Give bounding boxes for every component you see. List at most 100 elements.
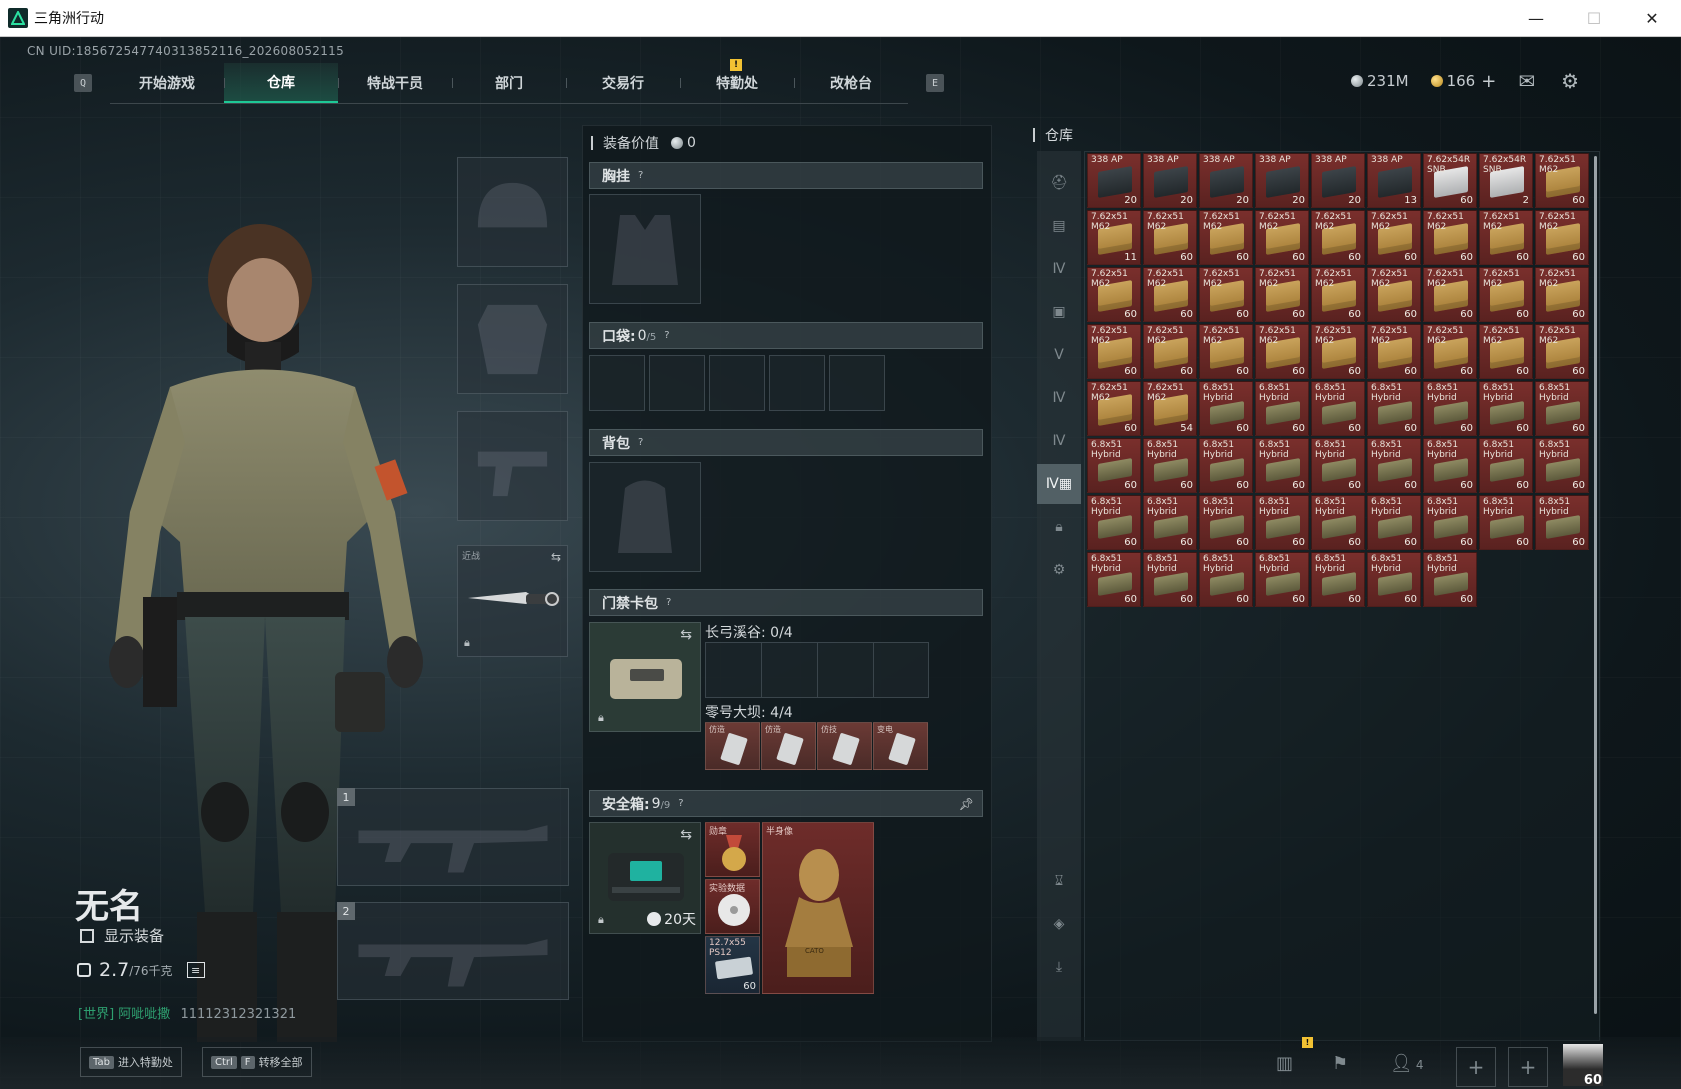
level5-icon[interactable]: Ⅴ <box>1037 335 1081 375</box>
mail-icon[interactable]: ✉ <box>1518 69 1535 93</box>
enter-special-ops-hint[interactable]: Tab 进入特勤处 <box>80 1047 182 1077</box>
warehouse-item[interactable]: 7.62x51 M62 60 <box>1423 324 1477 379</box>
invite-slot[interactable]: + <box>1456 1047 1496 1087</box>
helmet-slot[interactable] <box>457 157 568 267</box>
sort-icon[interactable]: ⌛︎ <box>1037 861 1081 901</box>
warehouse-item[interactable]: 6.8x51 Hybrid 60 <box>1535 438 1589 493</box>
transfer-icon[interactable]: ⤓ <box>1037 947 1081 987</box>
gear-icon[interactable]: ⚙ <box>1561 69 1579 93</box>
warehouse-item[interactable]: 7.62x51 M62 60 <box>1087 267 1141 322</box>
avatar[interactable]: 60 <box>1563 1044 1603 1088</box>
help-icon[interactable]: ? <box>666 597 671 608</box>
tab-warehouse[interactable]: 仓库 <box>224 62 338 103</box>
primary-weapon-slot[interactable]: 1 <box>337 788 569 886</box>
flag-icon[interactable]: ⚑ <box>1332 1053 1348 1074</box>
warehouse-item[interactable]: 7.62x51 M62 60 <box>1087 324 1141 379</box>
keycard-item[interactable]: 仿技 <box>817 722 872 770</box>
warehouse-item[interactable]: 7.62x51 M62 60 <box>1367 324 1421 379</box>
swap-icon[interactable]: ⇆ <box>680 627 692 643</box>
warehouse-item[interactable]: 7.62x51 M62 60 <box>1255 267 1309 322</box>
warehouse-item[interactable]: 6.8x51 Hybrid 60 <box>1535 381 1589 436</box>
settings-icon[interactable]: ⚙ <box>1037 550 1081 590</box>
pocket-slot[interactable] <box>829 355 885 411</box>
tab-department[interactable]: 部门 <box>452 63 566 103</box>
tab-gunsmith[interactable]: 改枪台 <box>794 63 908 103</box>
warehouse-item[interactable]: 6.8x51 Hybrid 60 <box>1087 438 1141 493</box>
warehouse-item[interactable]: 7.62x54R SNB 60 <box>1423 153 1477 208</box>
warehouse-item[interactable]: 6.8x51 Hybrid 60 <box>1311 381 1365 436</box>
warehouse-item[interactable]: 6.8x51 Hybrid 60 <box>1423 438 1477 493</box>
case-icon[interactable]: ▣ <box>1037 292 1081 332</box>
warehouse-item[interactable]: 6.8x51 Hybrid 60 <box>1479 438 1533 493</box>
warehouse-item[interactable]: 7.62x51 M62 60 <box>1255 210 1309 265</box>
stats-icon[interactable]: ▥ <box>1276 1053 1293 1074</box>
warehouse-item[interactable]: 6.8x51 Hybrid 60 <box>1143 495 1197 550</box>
lock-icon[interactable]: 🔒︎ <box>1037 507 1081 547</box>
ammo-icon[interactable]: Ⅳ▦ <box>1037 464 1081 504</box>
keycard-case-slot[interactable]: ⇆ 🔒︎ <box>589 622 701 732</box>
pocket-slot[interactable] <box>589 355 645 411</box>
warehouse-item[interactable]: 7.62x51 M62 60 <box>1479 267 1533 322</box>
warehouse-item[interactable]: 6.8x51 Hybrid 60 <box>1255 495 1309 550</box>
keycard-grid-map1[interactable] <box>705 642 929 698</box>
warehouse-item[interactable]: 6.8x51 Hybrid 60 <box>1367 495 1421 550</box>
warehouse-item[interactable]: 6.8x51 Hybrid 60 <box>1367 552 1421 607</box>
warehouse-item[interactable]: 6.8x51 Hybrid 60 <box>1199 552 1253 607</box>
pin-icon[interactable]: 📌︎ <box>959 797 974 811</box>
warehouse-item[interactable]: 7.62x51 M62 60 <box>1535 153 1589 208</box>
keycard-item[interactable]: 变电 <box>873 722 928 770</box>
warehouse-item[interactable]: 7.62x51 M62 60 <box>1535 210 1589 265</box>
warehouse-scrollbar[interactable] <box>1594 156 1597 1014</box>
melee-slot[interactable]: 近战 ⇆ 🔒︎ <box>457 545 568 657</box>
warehouse-item[interactable]: 6.8x51 Hybrid 60 <box>1143 438 1197 493</box>
warehouse-item[interactable]: 7.62x51 M62 60 <box>1423 267 1477 322</box>
armor-icon[interactable]: ▤ <box>1037 206 1081 246</box>
warehouse-item[interactable]: 6.8x51 Hybrid 60 <box>1199 438 1253 493</box>
layers-icon[interactable]: ◈ <box>1037 904 1081 944</box>
warehouse-item[interactable]: 6.8x51 Hybrid 60 <box>1087 552 1141 607</box>
warehouse-item[interactable]: 338 AP 20 <box>1311 153 1365 208</box>
warehouse-item[interactable]: 7.62x51 M62 60 <box>1535 324 1589 379</box>
warehouse-item[interactable]: 7.62x51 M62 60 <box>1087 381 1141 436</box>
warehouse-item[interactable]: 6.8x51 Hybrid 60 <box>1311 552 1365 607</box>
warehouse-item[interactable]: 7.62x51 M62 60 <box>1199 210 1253 265</box>
safebox-slot[interactable]: ⇆ 🔒︎ 20天 <box>589 822 701 934</box>
tab-trading[interactable]: 交易行 <box>566 63 680 103</box>
warehouse-item[interactable]: 6.8x51 Hybrid 60 <box>1367 381 1421 436</box>
warehouse-item[interactable]: 7.62x51 M62 60 <box>1199 267 1253 322</box>
tab-operators[interactable]: 特战干员 <box>338 63 452 103</box>
warehouse-item[interactable]: 7.62x51 M62 60 <box>1255 324 1309 379</box>
pocket-slot[interactable] <box>769 355 825 411</box>
warehouse-item[interactable]: 6.8x51 Hybrid 60 <box>1535 495 1589 550</box>
nav-prev-key[interactable]: Q <box>74 74 92 92</box>
warehouse-item[interactable]: 6.8x51 Hybrid 60 <box>1255 381 1309 436</box>
invite-slot[interactable]: + <box>1508 1047 1548 1087</box>
level4-icon[interactable]: Ⅳ <box>1037 249 1081 289</box>
warehouse-item[interactable]: 6.8x51 Hybrid 60 <box>1479 495 1533 550</box>
warehouse-item[interactable]: 7.62x51 M62 11 <box>1087 210 1141 265</box>
helmet-icon[interactable]: ⛑︎ <box>1037 163 1081 203</box>
warehouse-item[interactable]: 7.62x51 M62 60 <box>1479 210 1533 265</box>
warehouse-item[interactable]: 7.62x51 M62 60 <box>1311 324 1365 379</box>
warehouse-item[interactable]: 6.8x51 Hybrid 60 <box>1423 381 1477 436</box>
add-gold-button[interactable]: + <box>1481 71 1496 92</box>
warehouse-item[interactable]: 6.8x51 Hybrid 60 <box>1423 495 1477 550</box>
warehouse-item[interactable]: 7.62x51 M62 60 <box>1311 210 1365 265</box>
keycard-item[interactable]: 仿造 <box>705 722 760 770</box>
squad-icon[interactable]: 👤︎ 4 <box>1390 1053 1424 1074</box>
warehouse-item[interactable]: 6.8x51 Hybrid 60 <box>1255 438 1309 493</box>
backpack-slot[interactable] <box>589 462 701 572</box>
warehouse-item[interactable]: 7.62x51 M62 60 <box>1367 210 1421 265</box>
safe-item-bust[interactable]: 半身像 CATO <box>762 822 874 994</box>
keycard-item[interactable]: 仿造 <box>761 722 816 770</box>
warehouse-item[interactable]: 7.62x51 M62 60 <box>1143 267 1197 322</box>
warehouse-item[interactable]: 6.8x51 Hybrid 60 <box>1143 552 1197 607</box>
help-icon[interactable]: ? <box>664 330 669 341</box>
show-equipment-toggle[interactable]: 显示装备 <box>80 925 164 946</box>
safe-item-disc[interactable]: 实验数据 <box>705 879 760 934</box>
chest-rig-slot[interactable] <box>589 194 701 304</box>
warehouse-item[interactable]: 338 AP 20 <box>1199 153 1253 208</box>
warehouse-item[interactable]: 338 AP 13 <box>1367 153 1421 208</box>
tab-special-ops[interactable]: 特勤处 ! <box>680 58 794 103</box>
nav-next-key[interactable]: E <box>926 74 944 92</box>
